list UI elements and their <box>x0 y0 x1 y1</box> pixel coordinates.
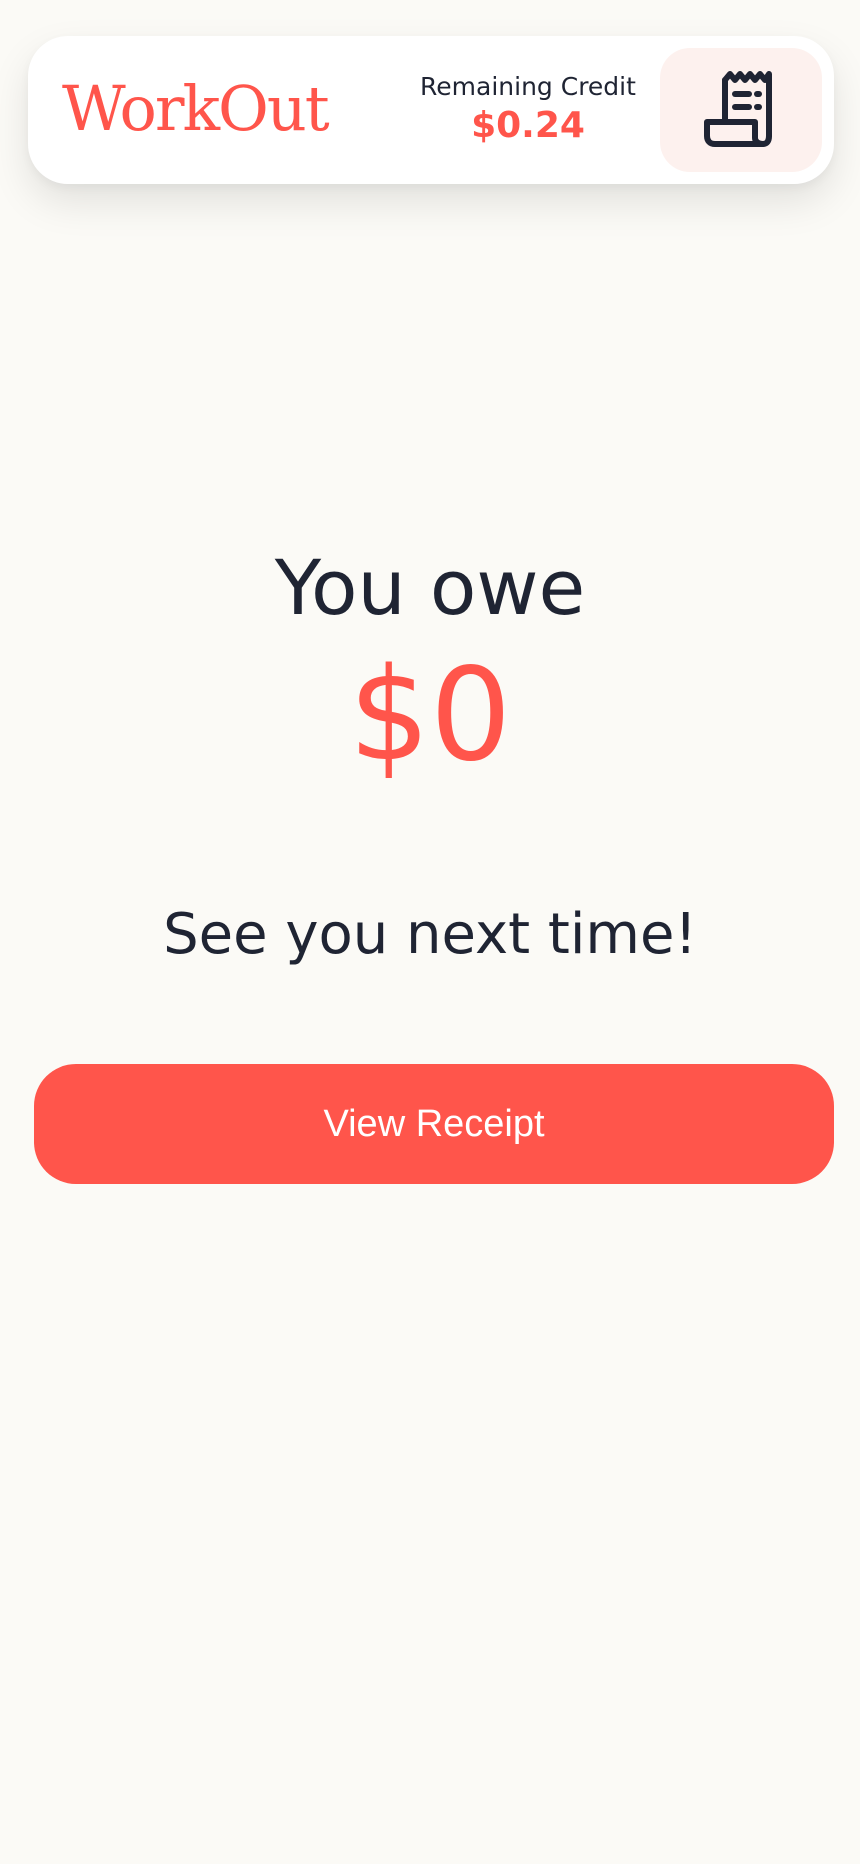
top-bar: WorkOut Remaining Credit $0.24 <box>28 36 834 184</box>
view-receipt-button[interactable]: View Receipt <box>34 1064 834 1184</box>
receipt-icon <box>699 66 783 154</box>
farewell-message: See you next time! <box>163 902 697 967</box>
owe-label: You owe <box>274 543 586 632</box>
owe-amount: $0 <box>348 641 512 790</box>
remaining-credit: Remaining Credit $0.24 <box>380 72 676 146</box>
amount-owed: You owe $0 <box>0 540 860 786</box>
credit-value: $0.24 <box>471 105 585 146</box>
receipt-button[interactable] <box>660 48 822 172</box>
credit-label: Remaining Credit <box>420 72 636 101</box>
app-logo: WorkOut <box>62 72 330 145</box>
